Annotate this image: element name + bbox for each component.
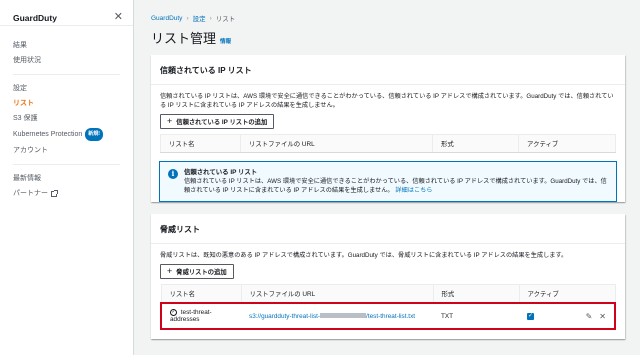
breadcrumb: GuardDuty › 設定 › リスト: [151, 13, 625, 24]
sidebar-item-s3-protection[interactable]: S3 保護: [13, 113, 120, 124]
button-label: 信頼されている IP リストの追加: [176, 119, 268, 126]
column-header-format[interactable]: 形式: [432, 134, 519, 153]
trusted-ip-list-description: 信頼されている IP リストは、AWS 環境で安全に通信できることがわかっている…: [160, 93, 614, 109]
trusted-ip-list-card: 信頼されている IP リスト 信頼されている IP リストは、AWS 環境で安全…: [151, 55, 625, 202]
trusted-ip-list-title: 信頼されている IP リスト: [151, 55, 625, 85]
sidebar-divider: [13, 164, 120, 165]
list-url-prefix[interactable]: s3://guardduty-threat-list-: [249, 313, 320, 320]
column-header-active[interactable]: アクティブ: [518, 284, 616, 304]
table-row[interactable]: ✓ test-threat-addresses s3://guardduty-t…: [160, 301, 616, 331]
sidebar-header: GuardDuty ✕: [0, 0, 133, 26]
column-header-list-name[interactable]: リスト名: [160, 134, 241, 153]
column-header-format[interactable]: 形式: [432, 284, 520, 304]
row-actions: ✎ ✕: [586, 312, 606, 321]
page-title: リスト管理: [151, 31, 217, 46]
edit-icon[interactable]: ✎: [586, 312, 593, 321]
add-trusted-ip-list-button[interactable]: + 信頼されている IP リストの追加: [160, 114, 275, 129]
main-content: GuardDuty › 設定 › リスト リスト管理 情報 信頼されている IP…: [135, 0, 640, 355]
threat-list-table: リスト名 リストファイルの URL 形式 アクティブ ✓ test-threat…: [160, 284, 616, 331]
info-link[interactable]: 情報: [220, 37, 231, 45]
list-url-suffix[interactable]: /test-threat-list.txt: [366, 313, 415, 320]
breadcrumb-guardduty[interactable]: GuardDuty: [151, 15, 182, 22]
learn-more-link[interactable]: 詳細はこちら: [395, 187, 432, 194]
add-threat-list-button[interactable]: + 脅威リストの追加: [160, 264, 234, 279]
list-url-cell: s3://guardduty-threat-list- /test-threat-…: [241, 301, 433, 331]
threat-list-description: 脅威リストは、既知の悪意のある IP アドレスで構成されています。GuardDu…: [160, 252, 568, 259]
alert-title: 信頼されている IP リスト: [184, 169, 258, 176]
column-header-list-name[interactable]: リスト名: [160, 284, 242, 304]
sidebar-item-label: パートナー: [13, 190, 48, 197]
threat-list-title: 脅威リスト: [151, 214, 625, 244]
sidebar-group-settings: 設定: [13, 85, 27, 92]
list-active-cell: ✓ ✎ ✕: [519, 301, 616, 331]
column-header-url[interactable]: リストファイルの URL: [240, 134, 433, 153]
sidebar-item-usage[interactable]: 使用状況: [13, 55, 120, 66]
new-badge: 新規!: [85, 128, 103, 141]
sidebar-item-findings[interactable]: 結果: [13, 40, 120, 51]
success-check-icon: ✓: [170, 309, 177, 316]
redacted-bucket-name: [320, 313, 367, 319]
button-label: 脅威リストの追加: [176, 269, 227, 276]
sidebar-item-accounts[interactable]: アカウント: [13, 145, 120, 156]
column-header-active[interactable]: アクティブ: [518, 134, 616, 153]
sidebar-item-kubernetes-protection[interactable]: Kubernetes Protection 新規!: [13, 128, 120, 141]
trusted-ip-info-alert: i 信頼されている IP リスト 信頼されている IP リストは、AWS 環境で…: [159, 161, 617, 202]
chevron-right-icon: ›: [186, 14, 189, 22]
chevron-right-icon: ›: [209, 14, 212, 22]
breadcrumb-current: リスト: [215, 16, 236, 23]
close-icon[interactable]: ✕: [114, 12, 123, 23]
sidebar-item-partners[interactable]: パートナー: [13, 188, 120, 199]
page-title-row: リスト管理 情報: [151, 28, 625, 47]
plus-icon: +: [167, 116, 173, 126]
sidebar-item-whats-new[interactable]: 最新情報: [13, 173, 120, 184]
breadcrumb-settings[interactable]: 設定: [193, 13, 206, 23]
column-header-url[interactable]: リストファイルの URL: [240, 284, 434, 304]
active-checkbox[interactable]: ✓: [527, 312, 534, 320]
sidebar: GuardDuty ✕ 結果 使用状況 設定 リスト S3 保護 Kuberne…: [0, 0, 134, 355]
alert-text: 信頼されている IP リストは、AWS 環境で安全に通信できることがわかっている…: [184, 177, 608, 195]
sidebar-item-label: Kubernetes Protection: [13, 131, 83, 138]
trusted-ip-list-table: リスト名 リストファイルの URL 形式 アクティブ: [160, 134, 616, 153]
sidebar-item-lists[interactable]: リスト: [13, 98, 120, 109]
threat-list-card: 脅威リスト 脅威リストは、既知の悪意のある IP アドレスで構成されています。G…: [151, 214, 625, 340]
list-name-cell: ✓ test-threat-addresses: [160, 301, 241, 331]
delete-icon[interactable]: ✕: [599, 312, 606, 321]
sidebar-title: GuardDuty: [13, 12, 57, 23]
plus-icon: +: [167, 266, 173, 276]
info-icon: i: [168, 169, 178, 179]
sidebar-divider: [13, 74, 120, 75]
external-link-icon: [51, 189, 58, 197]
list-format: TXT: [433, 301, 519, 331]
